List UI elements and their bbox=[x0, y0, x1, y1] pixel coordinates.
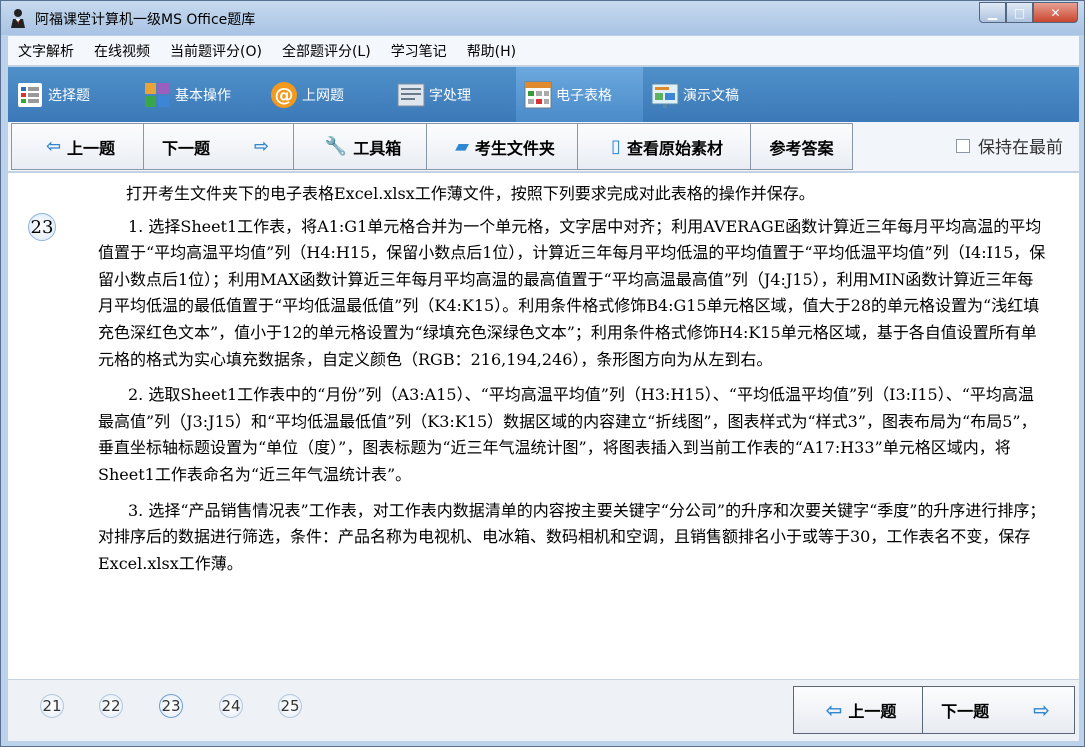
folder-icon: ▰ bbox=[455, 136, 469, 157]
nav-basic-ops[interactable]: 基本操作 bbox=[135, 67, 262, 122]
student-folder-button[interactable]: ▰ 考生文件夹 bbox=[426, 123, 578, 170]
keep-on-top-label: 保持在最前 bbox=[978, 138, 1063, 158]
document-icon bbox=[397, 81, 425, 109]
bottom-next-label: 下一题 bbox=[941, 702, 990, 721]
presentation-icon bbox=[651, 81, 679, 109]
nav-word-processing-label: 字处理 bbox=[429, 87, 471, 104]
next-label: 下一题 bbox=[161, 138, 210, 158]
nav-spreadsheet[interactable]: 电子表格 bbox=[516, 67, 643, 122]
page-22[interactable]: 22 bbox=[99, 694, 123, 718]
nav-internet[interactable]: @ 上网题 bbox=[262, 67, 389, 122]
keep-on-top-option[interactable]: 保持在最前 bbox=[956, 133, 1063, 158]
nav-basic-ops-label: 基本操作 bbox=[175, 87, 231, 104]
spreadsheet-icon bbox=[524, 81, 552, 109]
close-icon: ✕ bbox=[1050, 5, 1061, 20]
reference-answer-button[interactable]: 参考答案 bbox=[750, 123, 853, 170]
nav-choice-label: 选择题 bbox=[48, 87, 90, 104]
next-question-button[interactable]: 下一题 ⇨ bbox=[143, 123, 294, 170]
question-panel: 23 打开考生文件夹下的电子表格Excel.xlsx工作薄文件，按照下列要求完成… bbox=[8, 173, 1079, 679]
question-text: 打开考生文件夹下的电子表格Excel.xlsx工作薄文件，按照下列要求完成对此表… bbox=[98, 181, 1048, 586]
svg-text:@: @ bbox=[275, 84, 294, 106]
arrow-left-icon: ⇦ bbox=[825, 698, 843, 722]
nav-spreadsheet-label: 电子表格 bbox=[556, 87, 612, 104]
page-21[interactable]: 21 bbox=[40, 694, 64, 718]
close-button[interactable]: ✕ bbox=[1033, 2, 1078, 23]
menu-study-notes[interactable]: 学习笔记 bbox=[381, 41, 457, 61]
minimize-button[interactable]: ▁ bbox=[979, 2, 1006, 23]
category-nav: 选择题 基本操作 @ 上网题 字处理 电子表格 演示文稿 bbox=[8, 67, 1079, 122]
nav-word-processing[interactable]: 字处理 bbox=[389, 67, 516, 122]
menu-help[interactable]: 帮助(H) bbox=[457, 41, 526, 61]
question-number-badge: 23 bbox=[28, 213, 56, 241]
maximize-icon: □ bbox=[1013, 5, 1026, 20]
question-item-2: 2. 选取Sheet1工作表中的“月份”列（A3:A15）、“平均高温平均值”列… bbox=[98, 385, 1037, 484]
choice-grid-icon bbox=[16, 81, 44, 109]
app-logo-icon bbox=[11, 9, 25, 28]
wrench-icon: 🔧 bbox=[324, 136, 348, 157]
arrow-left-icon: ⇦ bbox=[45, 136, 62, 157]
toolbox-label: 工具箱 bbox=[353, 138, 402, 158]
page-23[interactable]: 23 bbox=[159, 694, 183, 718]
nav-internet-label: 上网题 bbox=[302, 87, 344, 104]
window-title: 阿福课堂计算机一级MS Office题库 bbox=[35, 12, 256, 28]
nav-presentation-label: 演示文稿 bbox=[683, 87, 739, 104]
page-24[interactable]: 24 bbox=[219, 694, 243, 718]
maximize-button[interactable]: □ bbox=[1006, 2, 1033, 23]
toolbar: ⇦ 上一题 下一题 ⇨ 🔧 工具箱 ▰ 考生文件夹 ▯ 查看原始素材 参考答案 保持在最前 bbox=[8, 122, 1079, 172]
toolbox-button[interactable]: 🔧 工具箱 bbox=[293, 123, 427, 170]
nav-choice[interactable]: 选择题 bbox=[8, 67, 135, 122]
file-icon: ▯ bbox=[611, 136, 621, 157]
reference-answer-label: 参考答案 bbox=[769, 138, 834, 158]
keep-on-top-checkbox[interactable] bbox=[956, 138, 970, 153]
menu-text-analysis[interactable]: 文字解析 bbox=[8, 41, 84, 61]
question-item-1: 1. 选择Sheet1工作表，将A1:G1单元格合并为一个单元格，文字居中对齐；… bbox=[98, 216, 1046, 369]
minimize-icon: ▁ bbox=[987, 5, 998, 20]
view-material-button[interactable]: ▯ 查看原始素材 bbox=[577, 123, 751, 170]
page-25[interactable]: 25 bbox=[278, 694, 302, 718]
nav-presentation[interactable]: 演示文稿 bbox=[643, 67, 770, 122]
at-sign-icon: @ bbox=[270, 81, 298, 109]
bottom-prev-button[interactable]: ⇦ 上一题 bbox=[793, 686, 923, 734]
menu-online-video[interactable]: 在线视频 bbox=[84, 41, 160, 61]
prev-question-button[interactable]: ⇦ 上一题 bbox=[11, 123, 144, 170]
title-bar: 阿福课堂计算机一级MS Office题库 ▁ □ ✕ bbox=[1, 1, 1084, 35]
menu-grade-current[interactable]: 当前题评分(O) bbox=[160, 41, 272, 61]
question-intro: 打开考生文件夹下的电子表格Excel.xlsx工作薄文件，按照下列要求完成对此表… bbox=[126, 184, 815, 203]
bottom-next-button[interactable]: 下一题 ⇨ bbox=[922, 686, 1075, 734]
student-folder-label: 考生文件夹 bbox=[474, 138, 555, 158]
arrow-right-icon: ⇨ bbox=[1033, 698, 1050, 722]
menu-grade-all[interactable]: 全部题评分(L) bbox=[272, 41, 381, 61]
view-material-label: 查看原始素材 bbox=[626, 138, 723, 158]
pager-bar: 21 22 23 24 25 ⇦ 上一题 下一题 ⇨ bbox=[8, 679, 1079, 741]
arrow-right-icon: ⇨ bbox=[253, 136, 270, 157]
question-item-3: 3. 选择“产品销售情况表”工作表，对工作表内数据清单的内容按主要关键字“分公司… bbox=[98, 500, 1046, 573]
app-window: 阿福课堂计算机一级MS Office题库 ▁ □ ✕ 文字解析 在线视频 当前题… bbox=[0, 0, 1085, 747]
colored-blocks-icon bbox=[143, 81, 171, 109]
bottom-prev-label: 上一题 bbox=[848, 702, 897, 721]
prev-label: 上一题 bbox=[67, 138, 116, 158]
menu-bar: 文字解析 在线视频 当前题评分(O) 全部题评分(L) 学习笔记 帮助(H) bbox=[8, 36, 1079, 66]
